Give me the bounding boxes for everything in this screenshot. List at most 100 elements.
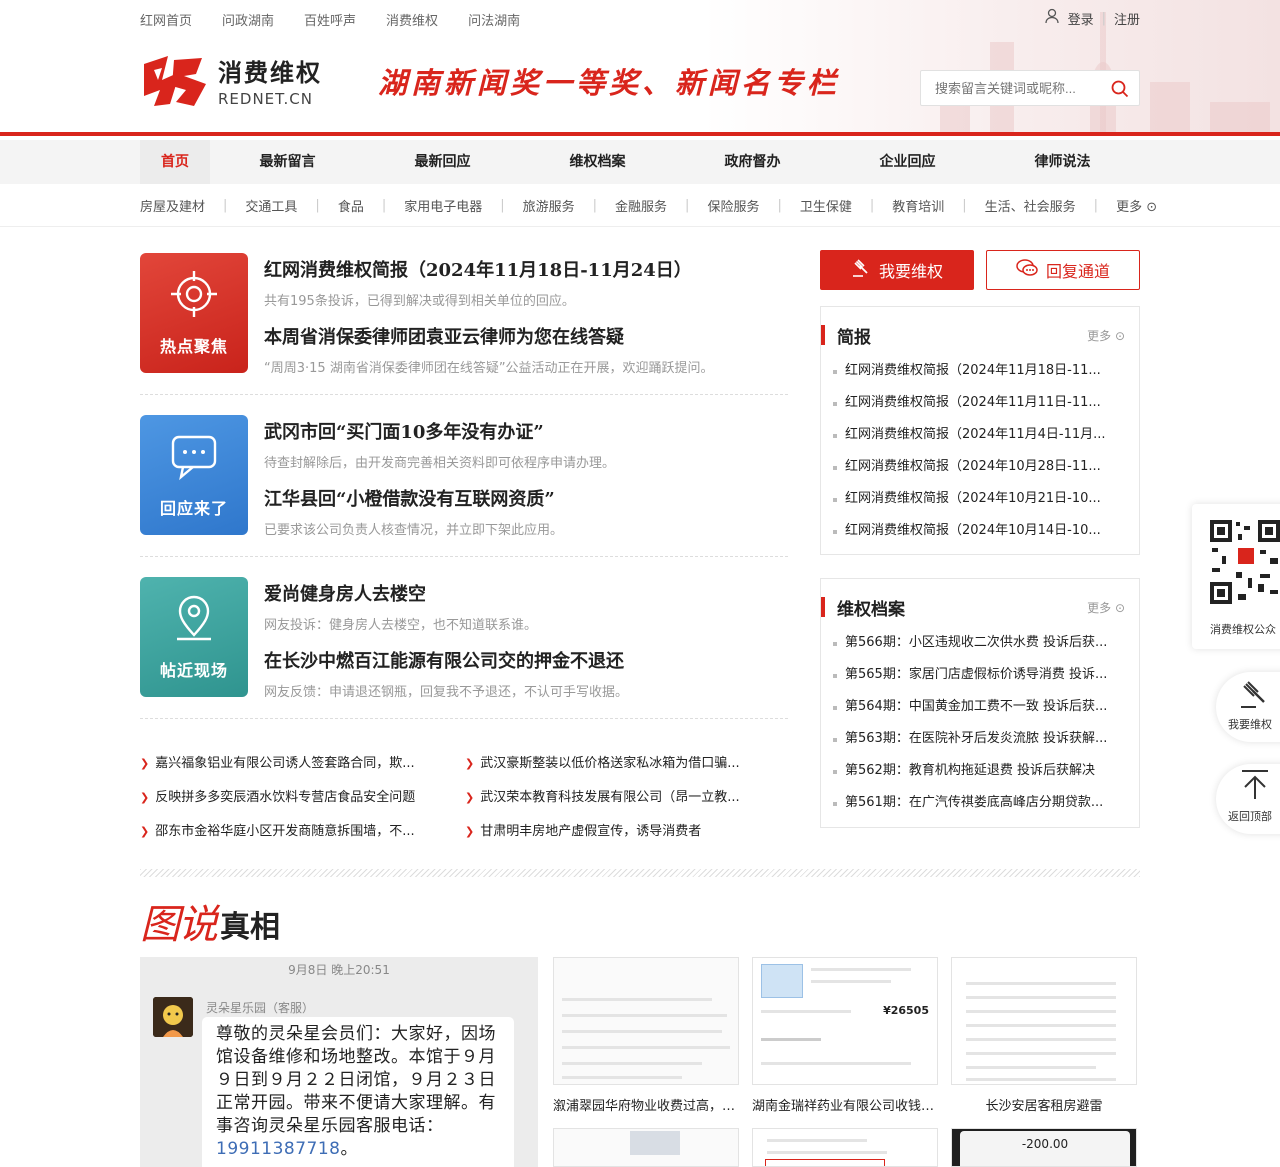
nav-company-reply[interactable]: 企业回应 — [830, 140, 985, 184]
onsite-item-2-desc: 网友反馈：申请退还钢瓶，回复我不予退还，不认可手写收据。 — [264, 685, 629, 700]
toplink-wenfa[interactable]: 问法湖南 — [468, 10, 520, 29]
archive-item[interactable]: 第564期：中国黄金加工费不一致 投诉后获... — [831, 691, 1131, 723]
response-item-2[interactable]: 江华县回“小橙借款没有互联网资质” 已要求该公司负责人核查情况，并立即下架此应用… — [264, 485, 563, 538]
arrow-right-icon: ❯ — [465, 790, 475, 804]
hot-item-1-title[interactable]: 红网消费维权简报（2024年11月18日-11月24日） — [264, 256, 692, 282]
cat-electronics[interactable]: 家用电子电器 — [404, 196, 482, 215]
cat-travel[interactable]: 旅游服务 — [523, 196, 575, 215]
hot-focus-tile[interactable]: 热点聚焦 — [140, 253, 248, 373]
archive-item[interactable]: 第566期：小区违规收二次供水费 投诉后获... — [831, 627, 1131, 659]
section-title: 图说 真相 — [140, 892, 280, 950]
search-input[interactable] — [921, 71, 1101, 105]
archive-item[interactable]: 第563期：在医院补牙后发炎流脓 投诉获解... — [831, 723, 1131, 755]
archive-item[interactable]: 第562期：教育机构拖延退费 投诉后获解决 — [831, 755, 1131, 787]
cat-food[interactable]: 食品 — [338, 196, 364, 215]
nav-latest-replies[interactable]: 最新回应 — [365, 140, 520, 184]
qr-code-panel: 消费维权公众 — [1192, 504, 1280, 649]
gallery-caption[interactable]: 湖南金瑞祥药业有限公司收钱不... — [752, 1095, 938, 1114]
brief-item[interactable]: 红网消费维权简报（2024年10月14日-10... — [831, 515, 1131, 547]
search-icon[interactable] — [1111, 80, 1129, 102]
main-nav: 首页 最新留言 最新回应 维权档案 政府督办 企业回应 律师说法 — [0, 140, 1280, 184]
target-icon — [169, 269, 219, 323]
onsite-tile[interactable]: 帖近现场 — [140, 577, 248, 697]
nav-lawyer[interactable]: 律师说法 — [985, 140, 1140, 184]
cat-life-services[interactable]: 生活、社会服务 — [985, 196, 1076, 215]
cat-education[interactable]: 教育培训 — [892, 196, 944, 215]
gallery-thumb[interactable] — [752, 1128, 938, 1167]
float-complain-button[interactable]: 我要维权 — [1216, 672, 1280, 742]
register-link[interactable]: 注册 — [1114, 9, 1140, 28]
brief-item[interactable]: 红网消费维权简报（2024年11月4日-11月... — [831, 419, 1131, 451]
toplink-baixing[interactable]: 百姓呼声 — [304, 10, 356, 29]
location-pin-icon — [169, 593, 219, 647]
rednet-logo-icon — [140, 50, 210, 110]
nav-gov-supervision[interactable]: 政府督办 — [675, 140, 830, 184]
complaint-link[interactable]: ❯ 嘉兴福象铝业有限公司诱人签套路合同，欺... — [140, 752, 465, 771]
response-block: 回应来了 武冈市回“买门面10多年没有办证” 待查封解除后，由开发商完善相关资料… — [140, 415, 788, 538]
featured-chat-image[interactable]: 9月8日 晚上20:51 灵朵星乐园（客服） 尊敬的灵朵星会员们：大家好，因场馆… — [140, 957, 538, 1167]
arrow-right-icon: ❯ — [140, 790, 150, 804]
cat-more[interactable]: 更多 ⊙ — [1116, 196, 1157, 215]
gallery-caption[interactable]: 长沙安居客租房避雷 — [951, 1095, 1137, 1114]
gallery-thumb[interactable] — [553, 1128, 739, 1167]
hot-item-2-title[interactable]: 本周省消保委律师团袁亚云律师为您在线答疑 — [264, 323, 714, 349]
brief-item[interactable]: 红网消费维权简报（2024年11月11日-11... — [831, 387, 1131, 419]
onsite-item-1[interactable]: 爱尚健身房人去楼空 网友投诉：健身房人去楼空，也不知道联系谁。 — [264, 580, 537, 633]
section-title-art: 图说 — [140, 902, 218, 948]
gallery-thumb[interactable]: -200.00 — [951, 1128, 1137, 1167]
complaint-link[interactable]: ❯ 邵东市金裕华庭小区开发商随意拆围墙，不... — [140, 820, 465, 839]
cat-finance[interactable]: 金融服务 — [615, 196, 667, 215]
gavel-icon — [851, 258, 871, 282]
toplink-wenzheng[interactable]: 问政湖南 — [222, 10, 274, 29]
archive-item[interactable]: 第561期：在广汽传祺娄底高峰店分期贷款... — [831, 787, 1131, 819]
logo-title: 消费维权 — [218, 58, 322, 87]
toplink-home[interactable]: 红网首页 — [140, 10, 192, 29]
cat-housing[interactable]: 房屋及建材 — [140, 196, 205, 215]
complain-button[interactable]: 我要维权 — [820, 250, 974, 290]
gallery-thumb[interactable] — [951, 957, 1137, 1085]
onsite-item-2-title[interactable]: 在长沙中燃百江能源有限公司交的押金不退还 — [264, 647, 628, 673]
block-divider — [140, 556, 788, 557]
back-to-top-button[interactable]: 返回顶部 — [1216, 764, 1280, 834]
brief-item[interactable]: 红网消费维权简报（2024年10月21日-10... — [831, 483, 1131, 515]
response-item-1-title[interactable]: 武冈市回“买门面10多年没有办证” — [264, 418, 615, 444]
onsite-block: 帖近现场 爱尚健身房人去楼空 网友投诉：健身房人去楼空，也不知道联系谁。 在长沙… — [140, 577, 788, 700]
hot-item-2[interactable]: 本周省消保委律师团袁亚云律师为您在线答疑 “周周3·15 湖南省消保委律师团在线… — [264, 323, 714, 376]
login-link[interactable]: 登录 — [1068, 9, 1094, 28]
complaint-link[interactable]: ❯ 反映拼多多奕辰酒水饮料专营店食品安全问题 — [140, 786, 465, 805]
site-logo[interactable]: 消费维权 REDNET.CN — [140, 50, 322, 110]
complaint-link[interactable]: ❯ 武汉荣本教育科技发展有限公司（昂一立教... — [465, 786, 790, 805]
cat-transport[interactable]: 交通工具 — [245, 196, 297, 215]
toplink-xiaofei[interactable]: 消费维权 — [386, 10, 438, 29]
category-divider — [0, 226, 1280, 227]
arrow-right-icon: ❯ — [140, 824, 150, 838]
nav-archives[interactable]: 维权档案 — [520, 140, 675, 184]
arrow-right-icon: ❯ — [465, 756, 475, 770]
complaint-link[interactable]: ❯ 武汉豪斯整装以低价格送家私冰箱为借口骗... — [465, 752, 790, 771]
gallery-thumb[interactable] — [553, 957, 739, 1085]
brief-more-link[interactable]: 更多 ⊙ — [1087, 327, 1125, 344]
cat-insurance[interactable]: 保险服务 — [707, 196, 759, 215]
cat-health[interactable]: 卫生保健 — [800, 196, 852, 215]
response-item-2-title[interactable]: 江华县回“小橙借款没有互联网资质” — [264, 485, 563, 511]
reply-channel-button[interactable]: 回复通道 — [986, 250, 1140, 290]
nav-home[interactable]: 首页 — [140, 140, 210, 184]
gallery-caption[interactable]: 溆浦翠园华府物业收费过高，1.7... — [553, 1095, 739, 1114]
brief-item[interactable]: 红网消费维权简报（2024年10月28日-11... — [831, 451, 1131, 483]
complaint-link[interactable]: ❯ 甘肃明丰房地产虚假宣传，诱导消费者 — [465, 820, 790, 839]
response-item-1[interactable]: 武冈市回“买门面10多年没有办证” 待查封解除后，由开发商完善相关资料即可依程序… — [264, 418, 615, 471]
archive-item[interactable]: 第565期：家居门店虚假标价诱导消费 投诉... — [831, 659, 1131, 691]
onsite-item-2[interactable]: 在长沙中燃百江能源有限公司交的押金不退还 网友反馈：申请退还钢瓶，回复我不予退还… — [264, 647, 628, 700]
brief-title: 简报 — [837, 328, 871, 348]
login-separator: | — [1101, 10, 1106, 26]
archive-more-link[interactable]: 更多 ⊙ — [1087, 599, 1125, 616]
hot-item-1[interactable]: 红网消费维权简报（2024年11月18日-11月24日） 共有195条投诉，已得… — [264, 256, 692, 309]
archive-panel: 维权档案 更多 ⊙ 第566期：小区违规收二次供水费 投诉后获... 第565期… — [820, 578, 1140, 828]
gallery-thumb[interactable]: ¥26505 — [752, 957, 938, 1085]
nav-latest-messages[interactable]: 最新留言 — [210, 140, 365, 184]
response-tile[interactable]: 回应来了 — [140, 415, 248, 535]
qr-code-icon — [1208, 518, 1280, 612]
onsite-item-1-title[interactable]: 爱尚健身房人去楼空 — [264, 580, 537, 606]
brief-item[interactable]: 红网消费维权简报（2024年11月18日-11... — [831, 355, 1131, 387]
hot-focus-block: 热点聚焦 红网消费维权简报（2024年11月18日-11月24日） 共有195条… — [140, 253, 788, 376]
